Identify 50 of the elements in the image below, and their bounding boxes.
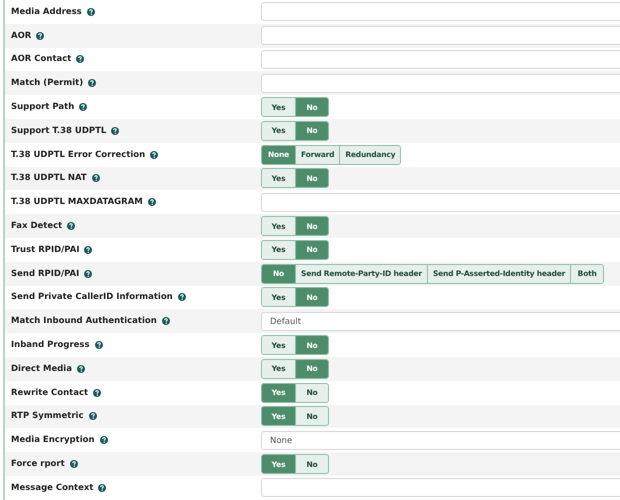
field-label: RTP Symmetric xyxy=(11,411,84,422)
help-icon[interactable] xyxy=(98,484,106,492)
field-label: Trust RPID/PAI xyxy=(11,244,80,255)
select-field[interactable]: Default xyxy=(261,312,620,331)
input-field[interactable] xyxy=(261,192,620,212)
help-icon[interactable] xyxy=(150,150,158,159)
field-label: Media Address xyxy=(11,6,82,17)
field-label: Send Private CallerID Information xyxy=(11,292,173,302)
help-icon[interactable] xyxy=(93,388,102,397)
field-label: Rewrite Contact xyxy=(11,388,88,398)
help-icon[interactable] xyxy=(84,246,92,254)
help-icon[interactable] xyxy=(76,55,84,64)
help-icon[interactable] xyxy=(67,222,76,230)
help-icon[interactable] xyxy=(84,270,92,278)
field-label: Media Encryption xyxy=(11,435,94,446)
field-label: Match Inbound Authentication xyxy=(11,316,157,326)
field-label: Fax Detect xyxy=(11,221,62,232)
field-label: AOR Contact xyxy=(11,54,72,64)
field-label: Direct Media xyxy=(11,364,72,374)
field-label: Support T.38 UDPTL xyxy=(11,126,106,136)
help-icon[interactable] xyxy=(162,317,170,326)
field-label: Support Path xyxy=(11,102,74,112)
field-label: Inband Progress xyxy=(11,340,90,350)
help-icon[interactable] xyxy=(92,174,100,182)
field-label: T.38 UDPTL NAT xyxy=(11,173,87,184)
help-icon[interactable] xyxy=(70,460,78,468)
field-label: T.38 UDPTL Error Correction xyxy=(11,150,146,160)
help-icon[interactable] xyxy=(148,198,156,206)
help-icon[interactable] xyxy=(79,103,88,112)
help-icon[interactable] xyxy=(76,364,85,373)
input-field[interactable] xyxy=(261,26,620,46)
select-field[interactable]: None xyxy=(261,430,620,450)
field-label: Force rport xyxy=(11,459,65,470)
help-icon[interactable] xyxy=(88,412,96,420)
input-field[interactable] xyxy=(261,74,620,93)
help-icon[interactable] xyxy=(100,436,108,444)
input-field[interactable] xyxy=(261,50,620,69)
help-icon[interactable] xyxy=(88,79,96,88)
field-label: Match (Permit) xyxy=(11,78,84,88)
field-label: Message Context xyxy=(11,482,94,493)
field-label: Send RPID/PAI xyxy=(11,268,80,279)
help-icon[interactable] xyxy=(86,8,95,16)
help-icon[interactable] xyxy=(111,126,120,135)
field-label: T.38 UDPTL MAXDATAGRAM xyxy=(11,197,143,208)
field-label: AOR xyxy=(11,30,32,41)
help-icon[interactable] xyxy=(36,32,44,40)
help-icon[interactable] xyxy=(94,341,103,350)
help-icon[interactable] xyxy=(178,293,186,302)
input-field[interactable] xyxy=(261,478,620,498)
input-field[interactable] xyxy=(261,2,620,22)
